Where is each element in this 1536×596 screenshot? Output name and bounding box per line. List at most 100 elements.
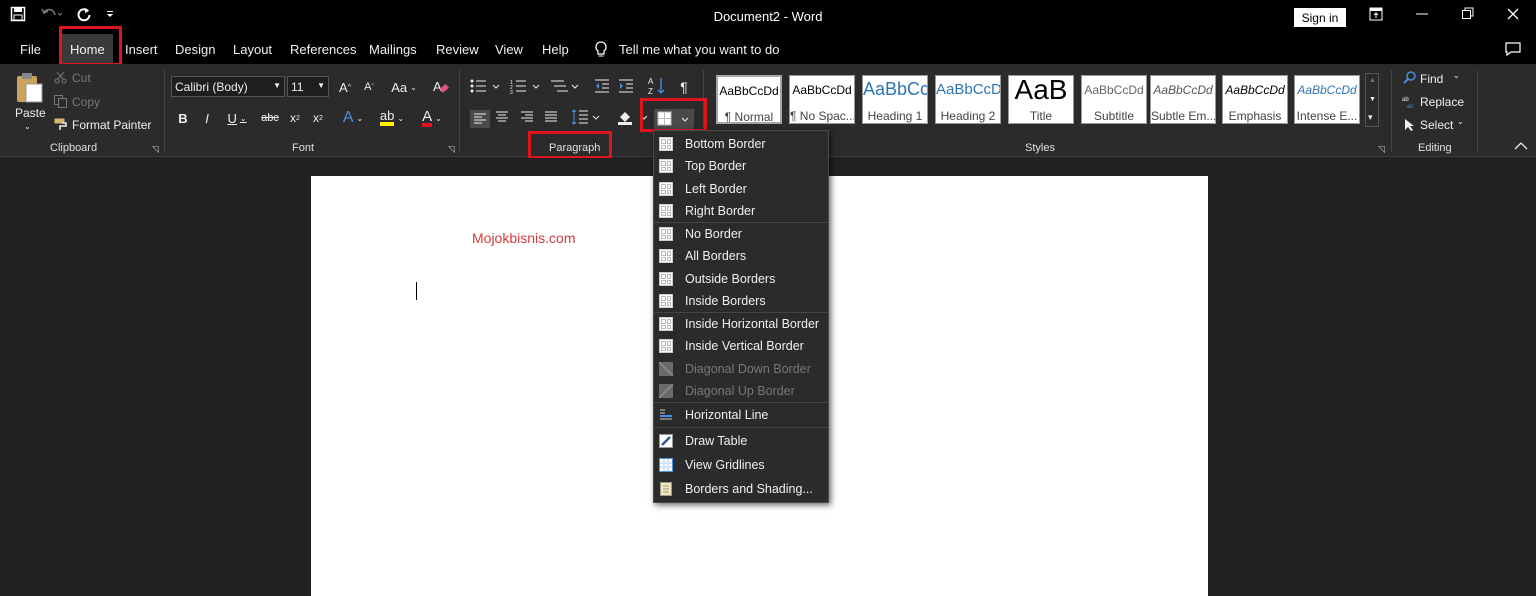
- replace-button[interactable]: Replace: [1420, 95, 1464, 109]
- style-normal[interactable]: AaBbCcDd ¶ Normal: [716, 75, 782, 124]
- menu-item-horizontal-line[interactable]: Horizontal Line: [654, 404, 828, 426]
- minimize-icon[interactable]: [1416, 7, 1428, 24]
- menu-item-label: Inside Borders: [685, 294, 766, 308]
- style-emphasis[interactable]: AaBbCcDd Emphasis: [1222, 75, 1288, 124]
- tell-me-search[interactable]: Tell me what you want to do: [619, 42, 779, 57]
- chevron-down-icon[interactable]: ⌄: [1453, 71, 1460, 80]
- font-launcher-icon[interactable]: ◹: [448, 144, 455, 155]
- font-color-icon[interactable]: A ⌄: [416, 109, 448, 127]
- text-effects-icon[interactable]: A ⌄: [338, 109, 368, 127]
- tab-view[interactable]: View: [495, 42, 523, 57]
- style-subtle-emphasis[interactable]: AaBbCcDd Subtle Em...: [1150, 75, 1216, 124]
- paste-label[interactable]: Paste: [15, 106, 46, 120]
- scroll-down-icon[interactable]: ▼: [1369, 96, 1376, 103]
- find-icon: [1403, 71, 1417, 85]
- outside-borders-icon: [659, 272, 673, 286]
- multilevel-list-icon[interactable]: [550, 78, 580, 94]
- bullets-icon[interactable]: [470, 78, 500, 94]
- style-intense-emphasis[interactable]: AaBbCcDd Intense E...: [1294, 75, 1360, 124]
- italic-button[interactable]: I: [199, 109, 215, 127]
- top-border-icon: [659, 159, 673, 173]
- menu-separator: [654, 402, 828, 403]
- menu-item-label: Draw Table: [685, 434, 748, 448]
- style-heading-1[interactable]: AaBbCc Heading 1: [862, 75, 928, 124]
- scroll-up-icon[interactable]: ▲: [1369, 77, 1376, 84]
- select-button[interactable]: Select: [1420, 118, 1453, 132]
- align-left-icon[interactable]: [470, 110, 490, 128]
- justify-icon[interactable]: [544, 110, 558, 124]
- menu-item-right-border[interactable]: Right Border: [654, 200, 828, 222]
- close-icon[interactable]: [1507, 7, 1519, 24]
- line-spacing-icon[interactable]: [571, 109, 601, 125]
- superscript-button[interactable]: x2: [310, 109, 326, 127]
- grow-font-icon[interactable]: A ^: [336, 78, 354, 96]
- menu-item-label: View Gridlines: [685, 458, 765, 472]
- menu-item-all-borders[interactable]: All Borders: [654, 245, 828, 267]
- tab-help[interactable]: Help: [542, 42, 569, 57]
- style-subtitle[interactable]: AaBbCcDd Subtitle: [1081, 75, 1147, 124]
- collapse-ribbon-icon[interactable]: [1514, 142, 1528, 150]
- chevron-down-icon[interactable]: ⌄: [1457, 117, 1464, 126]
- sort-icon[interactable]: AZ: [648, 76, 666, 96]
- tab-file[interactable]: File: [20, 42, 41, 57]
- styles-launcher-icon[interactable]: ◹: [1378, 144, 1385, 155]
- font-name-value: Calibri (Body): [175, 79, 248, 94]
- chevron-down-icon: ▼: [273, 81, 281, 90]
- tab-design[interactable]: Design: [175, 42, 215, 57]
- strikethrough-button[interactable]: abc: [260, 109, 280, 127]
- menu-item-inside-horizontal-border[interactable]: Inside Horizontal Border: [654, 313, 828, 335]
- paste-dropdown-icon[interactable]: ⌄: [24, 122, 31, 131]
- menu-item-inside-vertical-border[interactable]: Inside Vertical Border: [654, 335, 828, 357]
- highlight-color-icon[interactable]: ab ⌄: [376, 109, 408, 127]
- tab-references[interactable]: References: [290, 42, 356, 57]
- style-title[interactable]: AaB Title: [1008, 74, 1074, 124]
- underline-button[interactable]: U ⌄: [223, 109, 251, 127]
- menu-item-inside-borders[interactable]: Inside Borders: [654, 290, 828, 312]
- show-formatting-marks-icon[interactable]: ¶: [676, 78, 692, 96]
- menu-separator: [654, 427, 828, 428]
- align-right-icon[interactable]: [520, 110, 534, 124]
- restore-icon[interactable]: [1462, 7, 1474, 24]
- tab-review[interactable]: Review: [436, 42, 479, 57]
- align-center-icon[interactable]: [495, 110, 509, 124]
- menu-item-view-gridlines[interactable]: View Gridlines: [654, 454, 828, 476]
- increase-indent-icon[interactable]: [618, 78, 634, 94]
- inside-borders-icon: [659, 294, 673, 308]
- style-heading-2[interactable]: AaBbCcD Heading 2: [935, 75, 1001, 124]
- shrink-font-icon[interactable]: Aˇ: [360, 78, 378, 96]
- font-name-combo[interactable]: Calibri (Body) ▼: [171, 76, 285, 97]
- menu-item-no-border[interactable]: No Border: [654, 223, 828, 245]
- ribbon-display-options-icon[interactable]: [1369, 7, 1383, 24]
- clear-formatting-icon[interactable]: A: [432, 78, 450, 96]
- copy-button[interactable]: Copy: [72, 95, 100, 109]
- sign-in-button[interactable]: Sign in: [1294, 8, 1346, 27]
- decrease-indent-icon[interactable]: [594, 78, 610, 94]
- menu-item-outside-borders[interactable]: Outside Borders: [654, 268, 828, 290]
- text-cursor: [416, 282, 417, 300]
- find-button[interactable]: Find: [1420, 72, 1443, 86]
- clipboard-launcher-icon[interactable]: ◹: [152, 144, 159, 155]
- style-name: Heading 1: [867, 109, 923, 123]
- menu-item-label: Right Border: [685, 204, 756, 218]
- menu-item-left-border[interactable]: Left Border: [654, 178, 828, 200]
- bold-button[interactable]: B: [175, 109, 191, 127]
- style-no-spacing[interactable]: AaBbCcDd ¶ No Spac...: [789, 75, 855, 124]
- styles-gallery-scroll[interactable]: ▲ ▼ ▾: [1365, 73, 1379, 127]
- change-case-icon[interactable]: Aa ⌄: [388, 78, 420, 96]
- divider: [1477, 70, 1478, 152]
- tab-layout[interactable]: Layout: [233, 42, 272, 57]
- tab-mailings[interactable]: Mailings: [369, 42, 417, 57]
- menu-item-bottom-border[interactable]: Bottom Border: [654, 133, 828, 155]
- menu-item-draw-table[interactable]: Draw Table: [654, 430, 828, 452]
- tab-insert[interactable]: Insert: [125, 42, 158, 57]
- menu-item-top-border[interactable]: Top Border: [654, 155, 828, 177]
- more-styles-icon[interactable]: ▾: [1368, 112, 1373, 123]
- comments-icon[interactable]: [1505, 42, 1521, 57]
- paste-icon[interactable]: [14, 72, 44, 104]
- cut-button[interactable]: Cut: [72, 71, 91, 85]
- format-painter-button[interactable]: Format Painter: [72, 118, 151, 132]
- menu-item-borders-and-shading[interactable]: Borders and Shading...: [654, 478, 828, 500]
- numbering-icon[interactable]: 123: [510, 78, 540, 94]
- font-size-combo[interactable]: 11 ▼: [287, 76, 329, 97]
- subscript-button[interactable]: x2: [287, 109, 303, 127]
